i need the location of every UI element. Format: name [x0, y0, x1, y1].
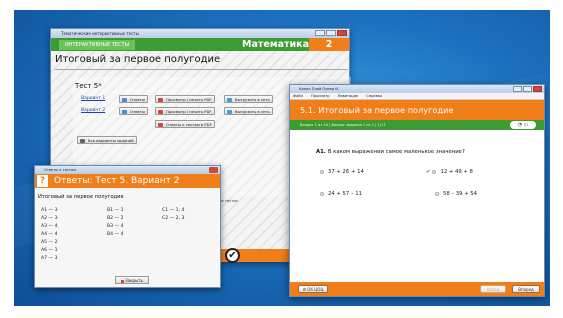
answers-button-1[interactable]: Ответы: [119, 95, 148, 103]
answers-dialog: Ответы к тестам ? Ответы: Тест 5. Вариан…: [34, 165, 221, 288]
player-close-button[interactable]: [533, 86, 542, 92]
player-titlebar: Канал Плей Плеер III: [290, 85, 544, 93]
all-variants-button[interactable]: Все варианты заданий: [77, 136, 137, 144]
page-title: Итоговый за первое полугодие: [55, 54, 221, 65]
upload-button-1[interactable]: Выгрузить в сеть: [224, 95, 273, 103]
tools-toggle[interactable]: ◔ ▭: [510, 121, 536, 129]
radio-icon: [435, 191, 439, 196]
close-button[interactable]: [337, 30, 347, 36]
player-title: Канал Плей Плеер III: [299, 87, 339, 91]
player-header: 5.1. Итоговый за первое полугодие: [290, 100, 544, 120]
close-button[interactable]: Закрыть: [115, 276, 149, 284]
upload-icon: [227, 109, 232, 114]
main-window-title: Тематические интерактивные тесты: [61, 31, 139, 36]
answer-b3: B3 — 4: [107, 224, 124, 229]
answer-c2: C2 — 2, 3: [162, 216, 185, 221]
checkmark-icon: ✔: [426, 169, 431, 175]
answer-b4: B4 — 4: [107, 232, 124, 237]
print-pdf-button-2[interactable]: Просмотр / печать PDF: [155, 107, 215, 115]
answer-a4: A4 — 4: [41, 232, 58, 237]
menu-view[interactable]: Просмотр: [311, 94, 329, 98]
answer-a3: A3 — 4: [41, 224, 58, 229]
answer-b1: B1 — 1: [107, 208, 124, 213]
answer-a2: A2 — 3: [41, 216, 58, 221]
answers-dialog-titlebar: Ответы к тестам: [35, 166, 220, 174]
answer-b2: B2 — 2: [107, 216, 124, 221]
answers-button-2[interactable]: Ответы: [119, 107, 148, 115]
answer-a6: A6 — 1: [41, 248, 58, 253]
answers-heading: Ответы: Тест 5. Вариант 2: [54, 176, 180, 186]
print-pdf-button-1[interactable]: Просмотр / печать PDF: [155, 95, 215, 103]
pdf-icon: [158, 109, 163, 114]
grade-badge: 2 класс: [309, 38, 349, 63]
tab-interactive-tests[interactable]: ИНТЕРАКТИВНЫЕ ТЕСТЫ: [59, 40, 136, 50]
upload-icon: [227, 97, 232, 102]
answer-option-3[interactable]: 24 + 57 – 11: [320, 191, 362, 197]
player-heading: 5.1. Итоговый за первое полугодие: [300, 105, 454, 115]
question-text: А1. В каком выражении самое маленькое зна…: [316, 149, 465, 155]
dialog-close-icon[interactable]: [209, 167, 218, 173]
document-icon: [122, 109, 127, 114]
player-footer: ⚙ Об ЦОЦ Назад Вперед: [290, 282, 544, 296]
answer-a5: A5 — 2: [41, 240, 58, 245]
pdf-icon: [158, 97, 163, 102]
minimize-button[interactable]: [315, 30, 325, 36]
screenshot-frame: Тематические интерактивные тесты ИНТЕРАК…: [0, 0, 563, 318]
variant-2-link[interactable]: Вариант 2: [81, 108, 105, 113]
answers-pdf-button[interactable]: Ответы к тестам в PDF: [155, 120, 215, 128]
title-divider: [55, 69, 347, 70]
answer-option-4[interactable]: 58 – 39 + 54: [435, 191, 477, 197]
checkmark-icon[interactable]: ✔: [225, 248, 240, 263]
answer-option-2[interactable]: ✔ 12 + 49 + 8: [426, 169, 473, 175]
main-window-titlebar: Тематические интерактивные тесты: [51, 29, 349, 38]
question-progress: Вопрос 1 из 14 | Вопрос задания 1 из 1 |…: [300, 123, 386, 127]
answers-dialog-title: Ответы к тестам: [44, 168, 76, 172]
answer-option-1[interactable]: 37 + 26 + 14: [320, 169, 364, 175]
main-window-header: ИНТЕРАКТИВНЫЕ ТЕСТЫ Математика 2 класс: [51, 38, 349, 63]
upload-button-2[interactable]: Выгрузить в сеть: [224, 107, 273, 115]
subject-title: Математика: [241, 39, 309, 50]
document-icon: [122, 97, 127, 102]
player-menubar: Файл Просмотр Навигация Справка: [290, 93, 544, 100]
player-status-bar: Вопрос 1 из 14 | Вопрос задания 1 из 1 |…: [290, 120, 544, 130]
question-number: А1.: [316, 149, 326, 155]
about-button[interactable]: ⚙ Об ЦОЦ: [298, 285, 328, 293]
desktop: Тематические интерактивные тесты ИНТЕРАК…: [14, 10, 550, 306]
answers-subtitle: Итоговый за первое полугодие: [38, 194, 124, 200]
player-minimize-button[interactable]: [513, 86, 522, 92]
player-maximize-button[interactable]: [523, 86, 532, 92]
question-mark-icon: ?: [37, 175, 48, 187]
radio-icon: [320, 191, 324, 196]
maximize-button[interactable]: [326, 30, 336, 36]
menu-help[interactable]: Справка: [366, 94, 382, 98]
menu-navigation[interactable]: Навигация: [338, 94, 358, 98]
answer-c1: C1 — 1, 4: [162, 208, 185, 213]
answers-dialog-header: ? Ответы: Тест 5. Вариант 2: [35, 174, 220, 188]
pdf-icon: [158, 122, 163, 127]
back-button[interactable]: Назад: [480, 285, 506, 293]
test-label: Тест 5*: [75, 82, 102, 90]
answer-a7: A7 — 3: [41, 256, 58, 261]
test-player-window: Канал Плей Плеер III Файл Просмотр Навиг…: [289, 84, 545, 297]
answer-a1: A1 — 3: [41, 208, 58, 213]
radio-icon: [320, 169, 324, 174]
list-icon: [80, 138, 85, 143]
variant-1-link[interactable]: Вариант 1: [81, 96, 105, 101]
next-button[interactable]: Вперед: [512, 285, 540, 293]
radio-icon: [432, 169, 437, 174]
menu-file[interactable]: Файл: [293, 94, 303, 98]
